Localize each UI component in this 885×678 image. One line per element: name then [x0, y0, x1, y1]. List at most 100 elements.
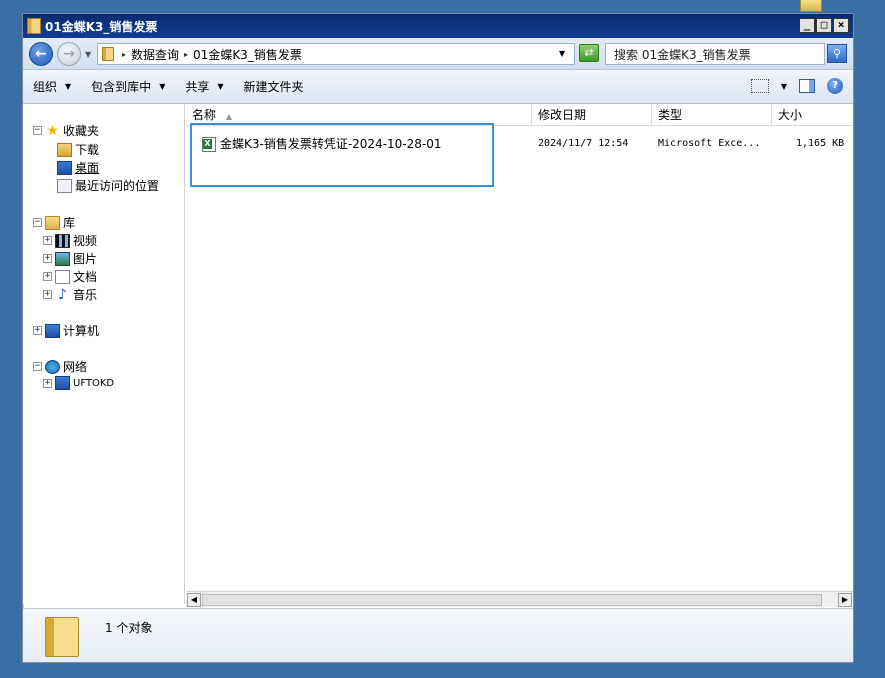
collapse-icon[interactable]: − [33, 218, 42, 227]
minimize-button[interactable]: _ [799, 18, 815, 33]
new-folder-button[interactable]: 新建文件夹 [244, 78, 304, 95]
tree-label: 最近访问的位置 [75, 179, 160, 193]
expand-icon[interactable]: + [43, 272, 52, 281]
tree-label: 网络 [63, 360, 88, 374]
search-input[interactable]: 搜索 01金蝶K3_销售发票 [605, 43, 825, 65]
tree-recent[interactable]: 最近访问的位置 [57, 177, 159, 194]
tree-pictures[interactable]: + 图片 [43, 250, 97, 267]
scrollbar-thumb[interactable] [202, 594, 822, 606]
window-title: 01金蝶K3_销售发票 [45, 19, 158, 34]
expand-icon[interactable]: + [43, 236, 52, 245]
file-list: 名称 ▲ 修改日期 类型 大小 金蝶K3-销售发票转凭证-2024-10-28-… [186, 104, 853, 604]
file-size: 1,165 KB [796, 138, 845, 149]
horizontal-scrollbar[interactable]: ◀ ▶ [186, 591, 853, 607]
chevron-down-icon: ▼ [159, 82, 166, 91]
computer-icon [55, 376, 70, 390]
document-icon [55, 269, 70, 284]
chevron-right-icon[interactable]: ▸ [184, 50, 188, 59]
file-name: 金蝶K3-销售发票转凭证-2024-10-28-01 [220, 137, 442, 151]
tree-videos[interactable]: + 视频 [43, 232, 97, 249]
computer-icon [45, 323, 60, 338]
tree-desktop[interactable]: 桌面 [57, 159, 99, 176]
title-bar: 01金蝶K3_销售发票 _ □ × [23, 14, 853, 38]
breadcrumb-item[interactable]: 数据查询 [131, 46, 179, 63]
collapse-icon[interactable]: − [33, 126, 42, 135]
organize-label: 组织 [33, 80, 58, 94]
tree-network-host[interactable]: + UFTOKD [43, 376, 114, 390]
folder-icon [102, 47, 114, 61]
preview-pane-icon[interactable] [799, 79, 815, 93]
table-row[interactable]: 金蝶K3-销售发票转凭证-2024-10-28-01 2024/11/7 12:… [186, 134, 853, 154]
expand-icon[interactable]: + [33, 326, 42, 335]
include-in-library-menu[interactable]: 包含到库中 ▼ [91, 78, 165, 95]
navigation-pane: − ★ 收藏夹 下载 桌面 最近访问的位置 − 库 + 视频 + 图片 + 文档… [23, 104, 185, 604]
tree-label: UFTOKD [73, 377, 115, 389]
tree-favorites[interactable]: − ★ 收藏夹 [33, 122, 99, 139]
music-note-icon: ♪ [58, 286, 67, 303]
scroll-left-icon[interactable]: ◀ [187, 593, 201, 607]
chevron-down-icon[interactable]: ▼ [781, 82, 787, 91]
picture-icon [55, 251, 70, 266]
chevron-down-icon: ▼ [65, 82, 72, 91]
desktop-folder-icon[interactable] [800, 0, 822, 12]
column-name-label: 名称 [192, 108, 217, 122]
file-type: Microsoft Exce... [658, 138, 761, 149]
share-menu[interactable]: 共享 ▼ [185, 78, 223, 95]
refresh-button[interactable]: ⇄ [579, 44, 599, 62]
tree-label: 图片 [73, 252, 98, 266]
tree-label: 视频 [73, 234, 98, 248]
column-modified[interactable]: 修改日期 [532, 104, 652, 126]
column-type[interactable]: 类型 [652, 104, 772, 126]
tree-label: 计算机 [63, 324, 100, 338]
breadcrumb-item[interactable]: 01金蝶K3_销售发票 [193, 46, 302, 63]
tree-libraries[interactable]: − 库 [33, 214, 75, 231]
close-button[interactable]: × [833, 18, 849, 33]
desktop-icon [57, 160, 72, 175]
forward-button[interactable]: → [57, 42, 81, 66]
scroll-right-icon[interactable]: ▶ [838, 593, 852, 607]
tree-documents[interactable]: + 文档 [43, 268, 97, 285]
command-bar: 组织 ▼ 包含到库中 ▼ 共享 ▼ 新建文件夹 ▼ ? [23, 70, 853, 104]
search-icon[interactable]: ⚲ [827, 44, 847, 63]
view-options-icon[interactable] [750, 79, 769, 93]
tree-downloads[interactable]: 下载 [57, 141, 99, 158]
organize-menu[interactable]: 组织 ▼ [33, 78, 71, 95]
excel-file-icon [202, 137, 216, 152]
file-name-cell[interactable]: 金蝶K3-销售发票转凭证-2024-10-28-01 [202, 134, 442, 154]
column-size[interactable]: 大小 [772, 104, 853, 126]
sort-up-icon: ▲ [225, 112, 232, 121]
tree-label: 音乐 [73, 288, 98, 302]
network-icon [45, 359, 60, 374]
library-icon [45, 215, 60, 230]
folder-icon [45, 617, 79, 657]
history-dropdown-icon[interactable]: ▼ [85, 50, 91, 59]
file-modified: 2024/11/7 12:54 [538, 138, 629, 149]
explorer-window: 01金蝶K3_销售发票 _ □ × ← → ▼ ▸ 数据查询 ▸ 01金蝶K3_… [22, 13, 854, 663]
folder-icon [27, 18, 41, 34]
maximize-button[interactable]: □ [816, 18, 832, 33]
chevron-right-icon[interactable]: ▸ [122, 50, 126, 59]
tree-music[interactable]: + ♪ 音乐 [43, 286, 97, 303]
tree-label: 收藏夹 [63, 124, 100, 138]
window-controls: _ □ × [799, 18, 849, 33]
recent-places-icon [57, 178, 72, 193]
collapse-icon[interactable]: − [33, 362, 42, 371]
breadcrumb[interactable]: ▸ 数据查询 ▸ 01金蝶K3_销售发票 [97, 43, 575, 65]
tree-network[interactable]: − 网络 [33, 358, 87, 375]
video-icon [55, 233, 70, 248]
expand-icon[interactable]: + [43, 378, 52, 388]
back-button[interactable]: ← [29, 42, 53, 66]
tree-label: 文档 [73, 270, 98, 284]
tree-label: 库 [63, 216, 76, 230]
selection-highlight [190, 123, 494, 187]
address-bar: ← → ▼ ▸ 数据查询 ▸ 01金蝶K3_销售发票 ▼ ⇄ 搜索 01金蝶K3… [23, 38, 853, 70]
view-controls: ▼ ? [750, 78, 843, 94]
help-icon[interactable]: ? [827, 78, 843, 94]
tree-computer[interactable]: + 计算机 [33, 322, 99, 339]
expand-icon[interactable]: + [43, 290, 52, 299]
expand-icon[interactable]: + [43, 254, 52, 263]
tree-label: 下载 [75, 143, 100, 157]
details-pane: 1 个对象 [23, 608, 853, 662]
address-dropdown-icon[interactable]: ▼ [559, 49, 565, 58]
include-in-library-label: 包含到库中 [91, 80, 152, 94]
